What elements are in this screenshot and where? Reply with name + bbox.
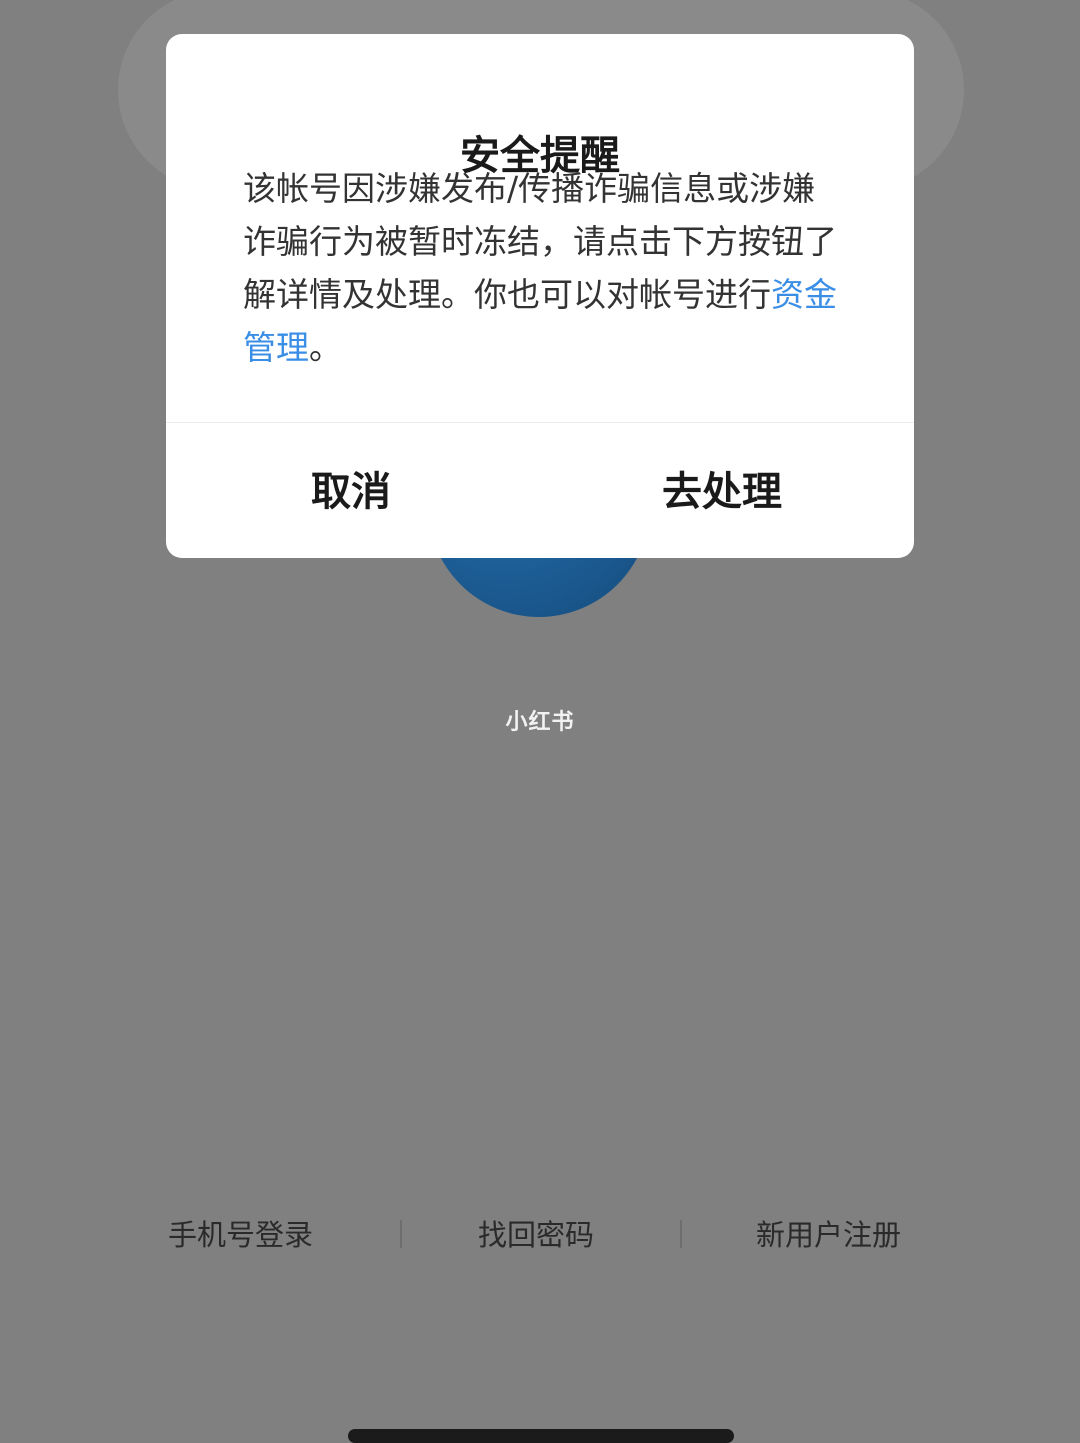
cancel-button[interactable]: 取消 bbox=[311, 464, 391, 520]
watermark-text: 小红书 bbox=[505, 710, 575, 735]
dialog-message-text: 该帐号因涉嫌发布/传播诈骗信息或涉嫌诈骗行为被暂时冻结，请点击下方按钮了解详情及… bbox=[243, 169, 837, 314]
handle-button[interactable]: 去处理 bbox=[662, 464, 782, 520]
home-indicator[interactable] bbox=[348, 1429, 734, 1443]
bottom-links: 手机号登录 找回密码 新用户注册 bbox=[0, 1210, 1080, 1260]
phone-login-link[interactable]: 手机号登录 bbox=[168, 1210, 313, 1260]
register-link[interactable]: 新用户注册 bbox=[756, 1210, 901, 1260]
link-separator bbox=[680, 1220, 682, 1248]
link-separator bbox=[400, 1220, 402, 1248]
security-alert-dialog: 安全提醒 该帐号因涉嫌发布/传播诈骗信息或涉嫌诈骗行为被暂时冻结，请点击下方按钮… bbox=[166, 34, 914, 558]
forgot-password-link[interactable]: 找回密码 bbox=[478, 1210, 594, 1260]
dialog-message-end: 。 bbox=[309, 328, 342, 367]
dialog-message: 该帐号因涉嫌发布/传播诈骗信息或涉嫌诈骗行为被暂时冻结，请点击下方按钮了解详情及… bbox=[243, 162, 843, 374]
dialog-divider bbox=[166, 422, 914, 423]
